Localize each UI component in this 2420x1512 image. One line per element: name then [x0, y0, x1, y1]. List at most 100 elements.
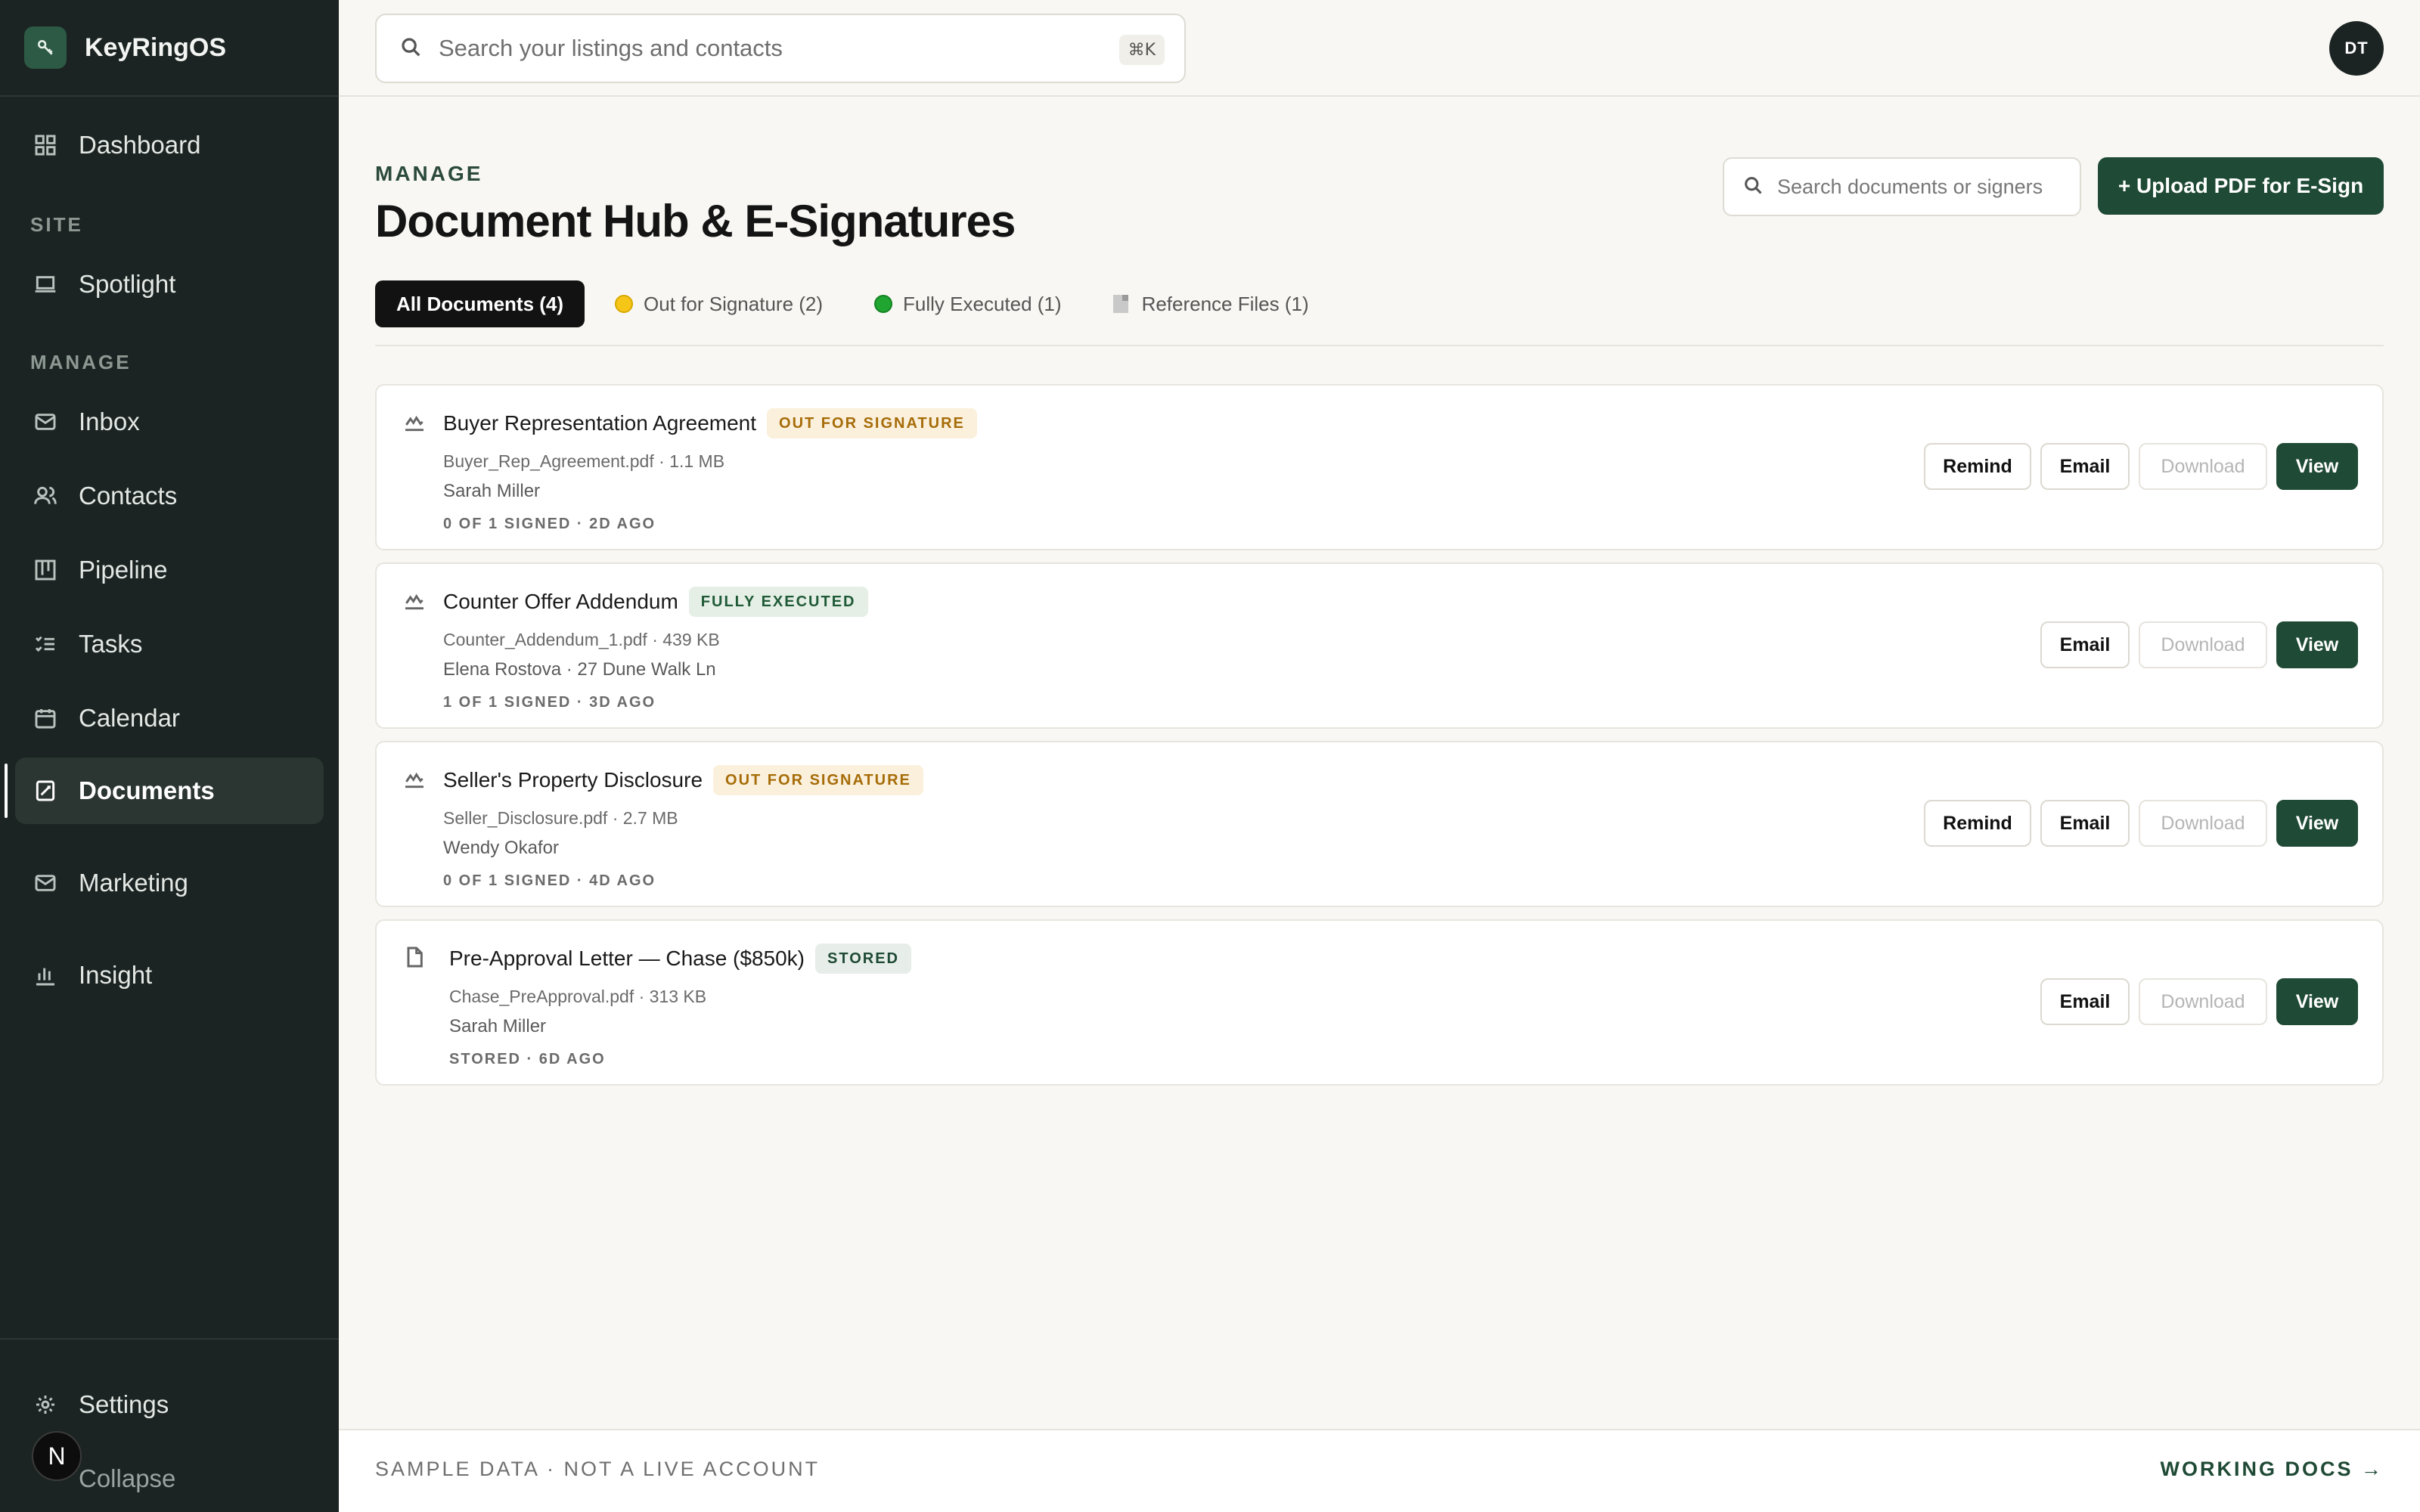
document-title: Buyer Representation Agreement [443, 411, 757, 435]
users-icon [32, 482, 59, 510]
sidebar-item-marketing[interactable]: Marketing [15, 850, 324, 916]
document-search[interactable] [1723, 157, 2081, 216]
filter-tabs: All Documents (4) Out for Signature (2) … [375, 280, 1339, 327]
global-search-input[interactable] [439, 35, 1059, 62]
document-file-info: Seller_Disclosure.pdf · 2.7 MB [443, 807, 678, 828]
signature-icon [402, 588, 427, 612]
kanban-icon [32, 556, 59, 584]
mail-icon [32, 869, 59, 897]
document-signer: Wendy Okafor [443, 838, 559, 858]
download-button[interactable]: Download [2139, 800, 2267, 847]
sidebar-item-dashboard[interactable]: Dashboard [15, 112, 324, 178]
document-signer: Sarah Miller [443, 481, 541, 501]
signature-icon [402, 410, 427, 434]
sidebar-item-label: Tasks [79, 630, 143, 658]
tab-all-documents[interactable]: All Documents (4) [375, 280, 585, 327]
remind-button[interactable]: Remind [1924, 800, 2031, 847]
status-badge: STORED [815, 943, 911, 974]
document-actions: Remind Email Download View [1915, 443, 2358, 490]
sidebar-item-label: Marketing [79, 869, 188, 897]
remind-button[interactable]: Remind [1924, 443, 2031, 490]
download-button[interactable]: Download [2139, 978, 2267, 1025]
document-card[interactable]: Buyer Representation Agreement OUT FOR S… [375, 384, 2384, 550]
download-button[interactable]: Download [2139, 621, 2267, 668]
download-button[interactable]: Download [2139, 443, 2267, 490]
sidebar-item-contacts[interactable]: Contacts [15, 463, 324, 529]
document-actions: Email Download View [2031, 978, 2358, 1025]
global-search[interactable]: ⌘K [375, 14, 1186, 83]
view-button[interactable]: View [2276, 621, 2358, 668]
file-icon [1112, 295, 1128, 313]
sidebar-item-label: Documents [79, 776, 215, 804]
view-button[interactable]: View [2276, 443, 2358, 490]
document-actions: Remind Email Download View [1915, 800, 2358, 847]
tab-fully-executed[interactable]: Fully Executed (1) [853, 280, 1083, 327]
sidebar: KeyRingOS Dashboard SITE Spotlight MANAG… [0, 0, 339, 1512]
sidebar-item-calendar[interactable]: Calendar [15, 685, 324, 751]
collapse-label: Collapse [79, 1464, 176, 1492]
sidebar-item-settings[interactable]: Settings [15, 1371, 324, 1438]
sidebar-item-insight[interactable]: Insight [15, 942, 324, 1009]
sidebar-item-documents[interactable]: Documents [15, 758, 324, 824]
laptop-icon [32, 271, 59, 298]
sidebar-item-label: Inbox [79, 407, 140, 435]
document-meta: 0 OF 1 SIGNED · 2D AGO [443, 515, 656, 532]
brand[interactable]: KeyRingOS [0, 0, 339, 97]
active-indicator [5, 764, 8, 818]
status-badge: FULLY EXECUTED [688, 587, 868, 617]
email-button[interactable]: Email [2040, 978, 2130, 1025]
document-signer: Sarah Miller [449, 1016, 547, 1036]
yellow-dot-icon [615, 295, 634, 313]
sidebar-item-label: Dashboard [79, 131, 201, 159]
view-button[interactable]: View [2276, 978, 2358, 1025]
sidebar-item-pipeline[interactable]: Pipeline [15, 537, 324, 603]
tab-reference-files[interactable]: Reference Files (1) [1092, 280, 1330, 327]
shortcut-hint: ⌘K [1118, 35, 1165, 65]
signature-icon [402, 767, 427, 791]
sidebar-section-manage: MANAGE [30, 351, 132, 373]
bar-chart-icon [32, 962, 59, 989]
divider [375, 345, 2384, 346]
document-file-info: Counter_Addendum_1.pdf · 439 KB [443, 629, 720, 649]
document-search-input[interactable] [1777, 175, 2065, 199]
avatar[interactable]: DT [2329, 21, 2384, 76]
email-button[interactable]: Email [2040, 443, 2130, 490]
search-icon [399, 36, 422, 62]
sidebar-item-label: Contacts [79, 482, 178, 510]
document-meta: 1 OF 1 SIGNED · 3D AGO [443, 693, 656, 711]
view-button[interactable]: View [2276, 800, 2358, 847]
page-eyebrow: MANAGE [375, 162, 483, 185]
settings-label: Settings [79, 1390, 169, 1418]
sidebar-item-inbox[interactable]: Inbox [15, 389, 324, 455]
document-title: Pre-Approval Letter — Chase ($850k) [449, 947, 805, 970]
sidebar-item-tasks[interactable]: Tasks [15, 611, 324, 677]
document-signer: Elena Rostova · 27 Dune Walk Ln [443, 659, 716, 680]
working-docs-link[interactable]: WORKING DOCS → [2161, 1458, 2384, 1481]
sidebar-item-label: Calendar [79, 704, 180, 732]
document-card[interactable]: Pre-Approval Letter — Chase ($850k) STOR… [375, 919, 2384, 1086]
app-name: KeyRingOS [85, 33, 227, 62]
checklist-icon [32, 631, 59, 658]
sidebar-item-spotlight[interactable]: Spotlight [15, 251, 324, 318]
sidebar-footer: Settings Collapse [0, 1338, 339, 1512]
email-button[interactable]: Email [2040, 800, 2130, 847]
grid-icon [32, 132, 59, 159]
green-dot-icon [874, 295, 893, 313]
document-actions: Email Download View [2031, 621, 2358, 668]
upload-pdf-button[interactable]: + Upload PDF for E-Sign [2098, 157, 2384, 215]
tab-label: All Documents (4) [396, 292, 564, 315]
sidebar-item-label: Spotlight [79, 270, 176, 298]
tab-out-for-signature[interactable]: Out for Signature (2) [594, 280, 844, 327]
search-icon [1742, 175, 1764, 200]
document-file-info: Buyer_Rep_Agreement.pdf · 1.1 MB [443, 451, 725, 471]
document-card[interactable]: Counter Offer Addendum FULLY EXECUTED Co… [375, 562, 2384, 729]
sidebar-item-label: Pipeline [79, 556, 168, 584]
email-button[interactable]: Email [2040, 621, 2130, 668]
sidebar-section-site: SITE [30, 213, 83, 236]
n-badge[interactable]: N [32, 1431, 82, 1481]
calendar-icon [32, 705, 59, 732]
tab-label: Reference Files (1) [1141, 292, 1309, 315]
document-card[interactable]: Seller's Property Disclosure OUT FOR SIG… [375, 741, 2384, 907]
tab-label: Out for Signature (2) [644, 292, 824, 315]
sample-data-note: SAMPLE DATA · NOT A LIVE ACCOUNT [375, 1458, 821, 1480]
